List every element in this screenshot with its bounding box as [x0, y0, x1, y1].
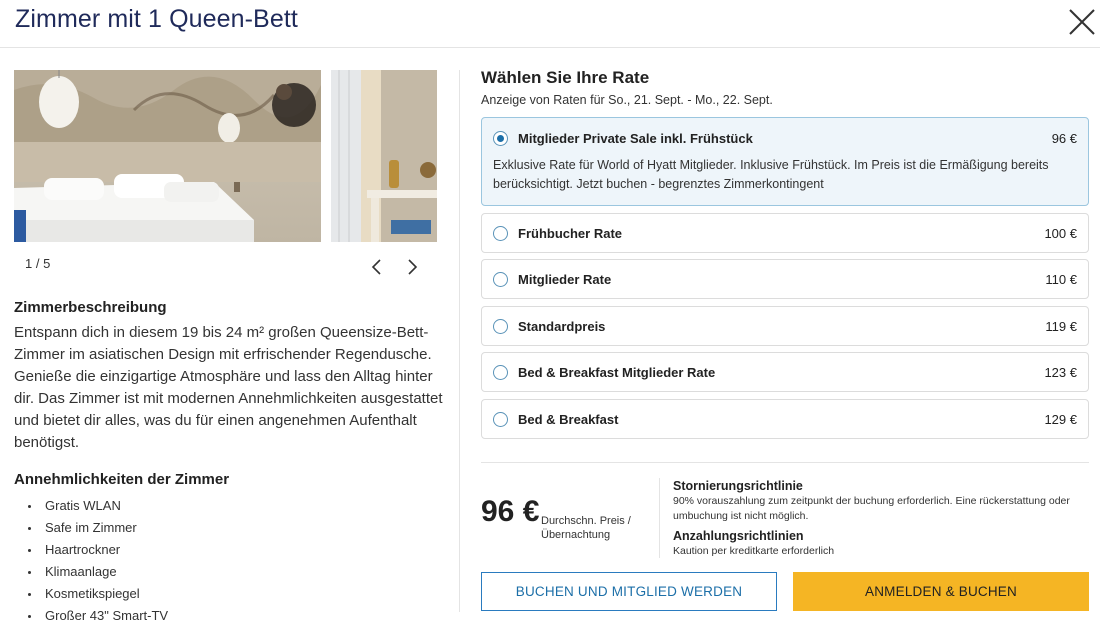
- rate-price: 129 €: [1044, 412, 1077, 427]
- rate-name: Standardpreis: [518, 319, 606, 334]
- rate-option-early-booking[interactable]: Frühbucher Rate 100 €: [481, 213, 1089, 253]
- rate-option-standard[interactable]: Standardpreis 119 €: [481, 306, 1089, 346]
- amenity-label: Klimaanlage: [45, 564, 117, 579]
- list-item: Großer 43" Smart-TV: [25, 605, 168, 626]
- rate-name: Mitglieder Rate: [518, 272, 612, 287]
- description-text: Entspann dich in diesem 19 bis 24 m² gro…: [14, 324, 443, 451]
- list-item: Haartrockner: [25, 539, 168, 561]
- description-heading: Zimmerbeschreibung: [14, 299, 167, 316]
- radio-dot: [496, 134, 504, 142]
- close-icon[interactable]: [1066, 6, 1098, 38]
- amenity-label: Kosmetikspiegel: [45, 586, 140, 601]
- room-photo-secondary: [331, 70, 437, 242]
- list-item: Klimaanlage: [25, 561, 168, 583]
- book-and-join-button[interactable]: BUCHEN UND MITGLIED WERDEN: [481, 572, 777, 611]
- summary-divider: [659, 478, 660, 558]
- section-divider: [481, 462, 1089, 463]
- rate-price: 96 €: [1051, 131, 1077, 146]
- bullet-icon: [28, 571, 31, 574]
- rate-option-bb-members[interactable]: Bed & Breakfast Mitglieder Rate 123 €: [481, 352, 1089, 392]
- photo-counter: 1 / 5: [25, 256, 51, 271]
- amenities-list: Gratis WLAN Safe im Zimmer Haartrockner …: [25, 495, 168, 626]
- amenity-label: Safe im Zimmer: [45, 520, 137, 535]
- amenity-label: Großer 43" Smart-TV: [45, 608, 169, 623]
- rate-option-members[interactable]: Mitglieder Rate 110 €: [481, 259, 1089, 299]
- room-photo: [14, 70, 321, 242]
- bullet-icon: [28, 527, 31, 530]
- radio-icon[interactable]: [493, 319, 508, 334]
- rate-price: 110 €: [1045, 272, 1077, 287]
- average-price: 96 €: [481, 495, 540, 528]
- radio-icon[interactable]: [493, 272, 508, 287]
- list-item: Kosmetikspiegel: [25, 583, 168, 605]
- deposit-text: Kaution per kreditkarte erforderlich: [673, 545, 835, 557]
- price-note: Durchschn. Preis / Übernachtung: [541, 515, 631, 541]
- rate-option-bb[interactable]: Bed & Breakfast 129 €: [481, 399, 1089, 439]
- rate-price: 119 €: [1045, 319, 1077, 334]
- bullet-icon: [28, 615, 31, 618]
- modal-header: Zimmer mit 1 Queen-Bett: [0, 0, 1100, 48]
- rate-date-range: Anzeige von Raten für So., 21. Sept. - M…: [481, 93, 773, 107]
- amenities-heading: Annehmlichkeiten der Zimmer: [14, 471, 230, 488]
- rate-price: 100 €: [1044, 226, 1077, 241]
- rate-name: Bed & Breakfast: [518, 412, 619, 427]
- list-item: Safe im Zimmer: [25, 517, 168, 539]
- cancellation-text: 90% vorauszahlung zum zeitpunkt der buch…: [673, 495, 1070, 522]
- list-item: Gratis WLAN: [25, 495, 168, 517]
- chevron-right-icon[interactable]: [405, 258, 419, 276]
- rate-name: Bed & Breakfast Mitglieder Rate: [518, 365, 716, 380]
- bullet-icon: [28, 549, 31, 552]
- rate-price: 123 €: [1044, 365, 1077, 380]
- rate-detail: Exklusive Rate für World of Hyatt Mitgli…: [493, 158, 1049, 191]
- radio-icon[interactable]: [493, 412, 508, 427]
- room-details: 1 / 5 Zimmerbeschreibung Entspann dich i…: [0, 48, 459, 626]
- column-divider: [459, 70, 460, 612]
- bullet-icon: [28, 593, 31, 596]
- login-and-book-button[interactable]: ANMELDEN & BUCHEN: [793, 572, 1089, 611]
- radio-selected-icon[interactable]: [493, 131, 508, 146]
- radio-icon[interactable]: [493, 226, 508, 241]
- cancellation-heading: Stornierungsrichtlinie: [673, 479, 803, 493]
- chevron-left-icon[interactable]: [370, 258, 384, 276]
- amenity-label: Haartrockner: [45, 542, 121, 557]
- room-title: Zimmer mit 1 Queen-Bett: [15, 5, 298, 33]
- rate-option-members-private-sale[interactable]: Mitglieder Private Sale inkl. Frühstück …: [481, 117, 1089, 206]
- rate-name: Mitglieder Private Sale inkl. Frühstück: [518, 131, 753, 146]
- rate-heading: Wählen Sie Ihre Rate: [481, 68, 650, 87]
- bullet-icon: [28, 505, 31, 508]
- rate-name: Frühbucher Rate: [518, 226, 623, 241]
- amenity-label: Gratis WLAN: [45, 498, 121, 513]
- deposit-heading: Anzahlungsrichtlinien: [673, 529, 804, 543]
- radio-icon[interactable]: [493, 365, 508, 380]
